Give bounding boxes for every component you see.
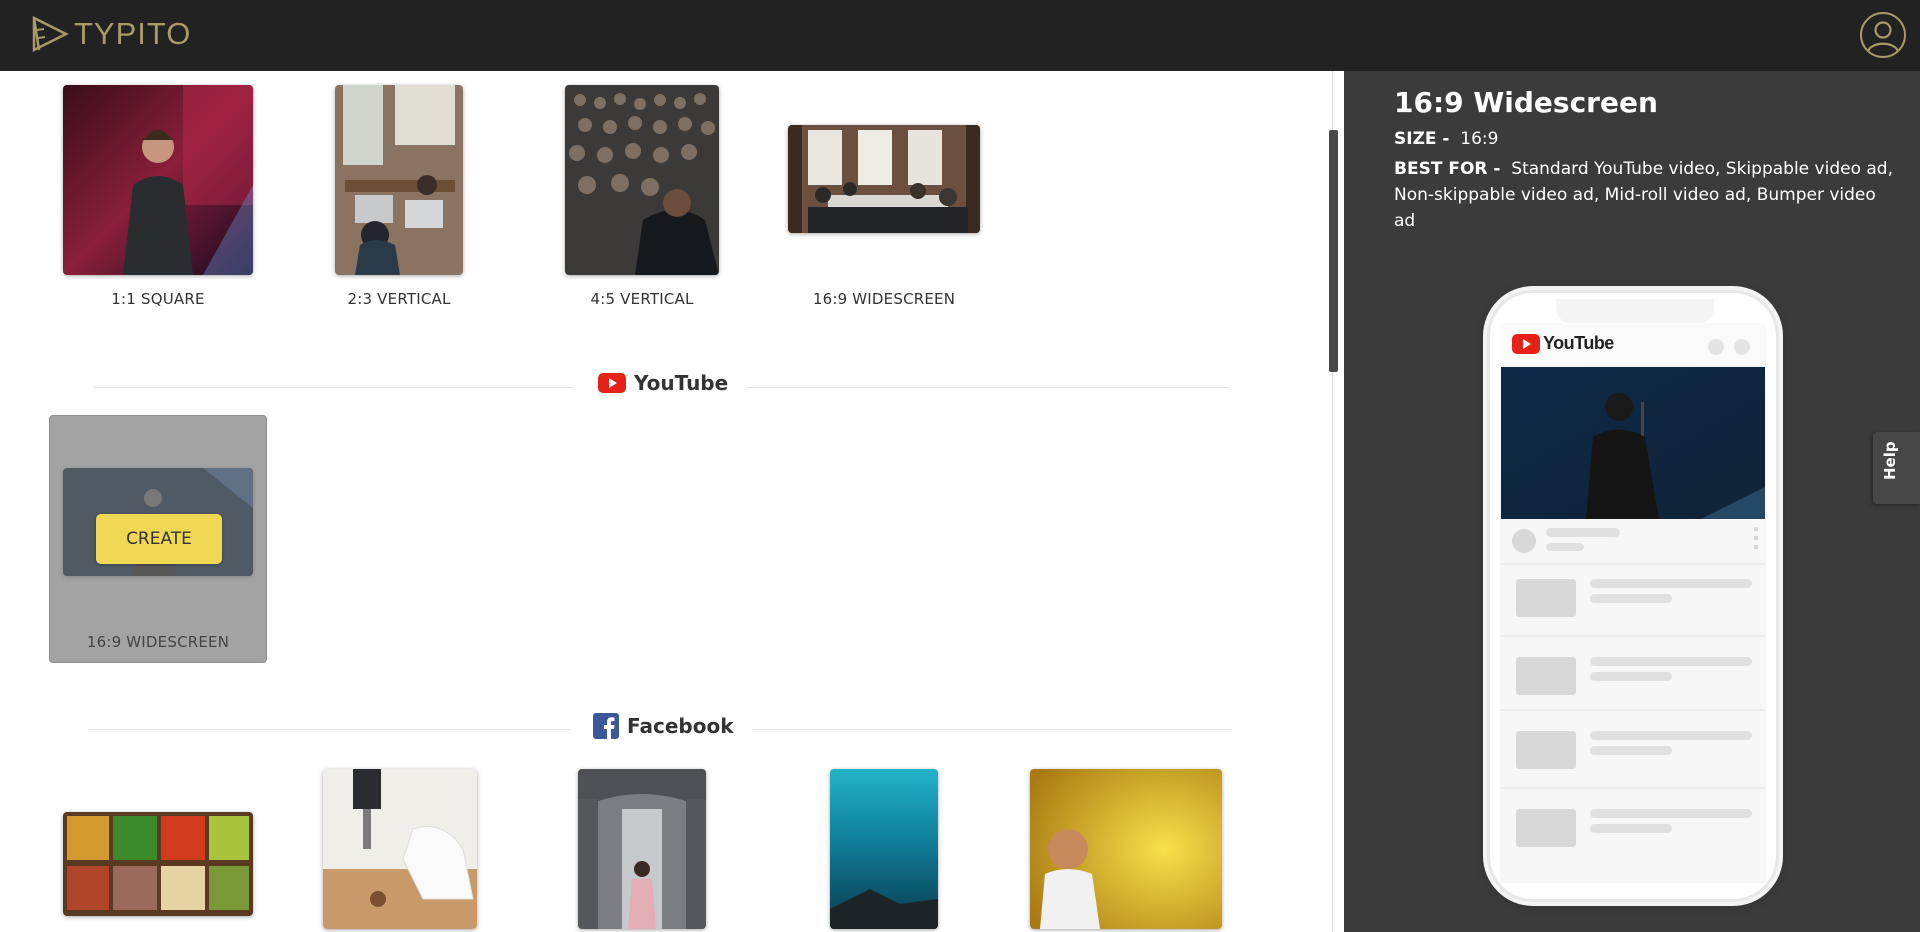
facebook-thumb-child[interactable]	[1030, 769, 1222, 929]
row-separator	[1500, 787, 1766, 789]
panel-best-for: BEST FOR - Standard YouTube video, Skipp…	[1394, 156, 1894, 234]
size-label: SIZE -	[1394, 129, 1450, 149]
youtube-logo: YouTube	[1512, 333, 1614, 354]
typito-logo[interactable]: TYPITO	[30, 14, 191, 54]
placeholder-line	[1590, 657, 1752, 666]
size-value: 16:9	[1460, 129, 1499, 149]
facebook-thumb-arcade[interactable]	[578, 769, 706, 929]
format-label: 2:3 VERTICAL	[347, 290, 451, 308]
youtube-play-icon	[1512, 333, 1540, 354]
youtube-app-bar: YouTube	[1500, 323, 1766, 365]
more-options-icon	[1754, 527, 1758, 553]
thumb-placeholder	[1516, 731, 1576, 769]
placeholder-line	[1546, 543, 1584, 551]
phone-preview: YouTube	[1487, 290, 1779, 902]
user-icon	[1866, 21, 1900, 53]
user-avatar[interactable]	[1860, 12, 1906, 58]
format-thumb-2-3[interactable]	[335, 85, 463, 275]
row-separator	[1500, 635, 1766, 637]
format-thumb-4-5[interactable]	[565, 85, 719, 275]
youtube-app-name: YouTube	[1543, 333, 1614, 353]
placeholder-line	[1590, 809, 1752, 818]
section-divider	[748, 387, 1228, 388]
panel-title: 16:9 Widescreen	[1394, 86, 1658, 119]
facebook-icon	[593, 713, 619, 739]
panel-size: SIZE - 16:9	[1394, 129, 1498, 149]
phone-screen: YouTube	[1500, 323, 1766, 883]
best-for-label: BEST FOR -	[1394, 159, 1501, 179]
youtube-format-label: 16:9 WIDESCREEN	[86, 633, 230, 651]
section-divider	[94, 387, 574, 388]
format-details-panel: 16:9 Widescreen SIZE - 16:9 BEST FOR - S…	[1344, 71, 1920, 932]
facebook-thumb-produce[interactable]	[63, 812, 253, 916]
phone-notch	[1556, 299, 1714, 325]
row-separator	[1500, 709, 1766, 711]
placeholder-line	[1590, 594, 1672, 603]
thumb-placeholder	[1516, 809, 1576, 847]
section-divider	[88, 729, 570, 730]
placeholder-line	[1590, 731, 1752, 740]
placeholder-line	[1590, 824, 1672, 833]
placeholder-line	[1590, 672, 1672, 681]
thumb-placeholder	[1516, 657, 1576, 695]
placeholder-line	[1546, 528, 1620, 537]
section-title-text: YouTube	[634, 371, 729, 395]
facebook-thumb-ocean[interactable]	[830, 769, 938, 929]
youtube-section-title: YouTube	[598, 371, 728, 395]
video-preview	[1501, 367, 1765, 519]
help-label: Help	[1881, 441, 1899, 480]
format-label: 1:1 SQUARE	[111, 290, 205, 308]
circle-icon	[1708, 339, 1724, 355]
row-separator	[1500, 563, 1766, 565]
create-button[interactable]: CREATE	[96, 514, 222, 564]
format-thumb-16-9[interactable]	[788, 125, 980, 233]
section-title-text: Facebook	[627, 714, 734, 738]
help-tab[interactable]: Help	[1873, 432, 1920, 504]
top-bar: TYPITO	[0, 0, 1920, 71]
typito-logo-icon	[32, 15, 69, 53]
section-divider	[752, 729, 1232, 730]
format-thumb-square[interactable]	[63, 85, 253, 275]
facebook-thumb-drill[interactable]	[323, 769, 477, 929]
app-name: TYPITO	[74, 16, 192, 51]
placeholder-line	[1590, 579, 1752, 588]
avatar-placeholder	[1512, 529, 1536, 553]
format-label: 4:5 VERTICAL	[590, 290, 694, 308]
youtube-icon	[598, 373, 626, 393]
scrollbar-thumb[interactable]	[1329, 130, 1338, 372]
circle-icon	[1734, 339, 1750, 355]
placeholder-line	[1590, 746, 1672, 755]
thumb-placeholder	[1516, 579, 1576, 617]
format-label: 16:9 WIDESCREEN	[812, 290, 956, 308]
facebook-section-title: Facebook	[593, 713, 734, 739]
